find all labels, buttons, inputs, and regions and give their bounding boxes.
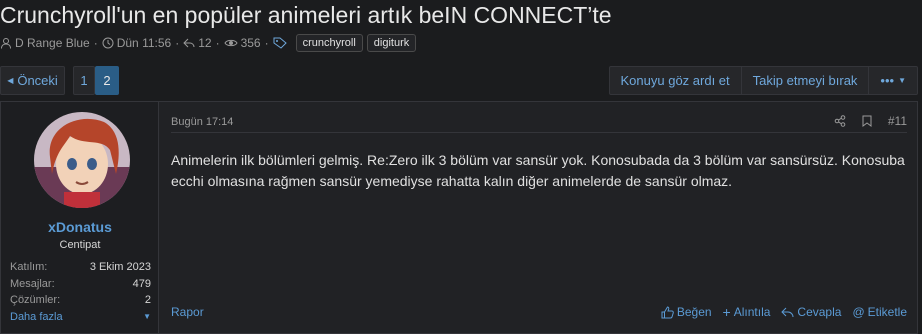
quote-button[interactable]: + Alıntıla bbox=[723, 305, 771, 319]
tag-crunchyroll[interactable]: crunchyroll bbox=[295, 34, 363, 52]
user-stats: Katılım: 3 Ekim 2023 Mesajlar: 479 Çözüm… bbox=[10, 259, 151, 325]
stat-label: Çözümler: bbox=[10, 294, 61, 307]
chevron-left-icon: ◀ bbox=[7, 76, 14, 85]
thread-author[interactable]: D Range Blue bbox=[15, 36, 90, 50]
page-1-button[interactable]: 1 bbox=[73, 66, 95, 95]
share-icon[interactable] bbox=[834, 115, 846, 127]
separator: · bbox=[264, 36, 269, 50]
more-label: ••• bbox=[880, 73, 895, 88]
page-2-button[interactable]: 2 bbox=[95, 66, 119, 95]
at-icon: @ bbox=[852, 305, 865, 319]
stat-label: Mesajlar: bbox=[10, 277, 55, 290]
clock-icon bbox=[102, 37, 114, 49]
unfollow-button[interactable]: Takip etmeyi bırak bbox=[742, 67, 870, 94]
more-info-toggle[interactable]: Daha fazla ▼ bbox=[10, 309, 151, 326]
post-date[interactable]: Bugün 17:14 bbox=[171, 116, 233, 128]
stat-value: 3 Ekim 2023 bbox=[89, 261, 151, 274]
post-number[interactable]: #11 bbox=[888, 114, 907, 128]
reply-label: Cevapla bbox=[797, 305, 842, 319]
caret-down-icon: ▼ bbox=[143, 312, 151, 322]
tag-digiturk[interactable]: digiturk bbox=[366, 34, 417, 52]
post: xDonatus Centipat Katılım: 3 Ekim 2023 M… bbox=[0, 101, 918, 334]
pagination: ◀ Önceki 1 2 bbox=[0, 66, 119, 95]
avatar-image bbox=[34, 112, 130, 208]
reply-icon bbox=[183, 38, 195, 48]
bookmark-icon[interactable] bbox=[862, 115, 872, 127]
eye-icon bbox=[224, 39, 238, 47]
post-content: Bugün 17:14 #11 Animelerin ilk bölümleri… bbox=[159, 102, 917, 333]
separator: · bbox=[215, 36, 220, 50]
post-tools: #11 bbox=[834, 114, 907, 128]
report-link[interactable]: Rapor bbox=[171, 305, 204, 319]
user-icon bbox=[1, 38, 11, 49]
reply-button[interactable]: Cevapla bbox=[781, 305, 841, 319]
thread-time[interactable]: Dün 11:56 bbox=[117, 36, 172, 50]
divider bbox=[171, 132, 907, 133]
avatar[interactable] bbox=[34, 112, 130, 208]
user-panel: xDonatus Centipat Katılım: 3 Ekim 2023 M… bbox=[1, 102, 159, 333]
ignore-thread-button[interactable]: Konuyu göz ardı et bbox=[610, 67, 742, 94]
like-button[interactable]: Beğen bbox=[661, 305, 712, 319]
stat-value: 2 bbox=[144, 294, 151, 307]
reply-arrow-icon bbox=[781, 307, 794, 318]
view-count: 356 bbox=[240, 36, 261, 50]
stat-row-solutions: Çözümler: 2 bbox=[10, 292, 151, 309]
chevron-down-icon: ▼ bbox=[898, 76, 906, 85]
plus-icon: + bbox=[722, 304, 731, 320]
more-options-button[interactable]: ••• ▼ bbox=[869, 67, 917, 94]
stat-label: Katılım: bbox=[10, 261, 48, 274]
more-info-label: Daha fazla bbox=[10, 310, 63, 323]
post-body: Animelerin ilk bölümleri gelmiş. Re:Zero… bbox=[171, 152, 905, 189]
prev-page-label: Önceki bbox=[17, 73, 58, 88]
stat-row-joined: Katılım: 3 Ekim 2023 bbox=[10, 259, 151, 276]
tag-users-button[interactable]: @ Etiketle bbox=[852, 305, 907, 319]
tag-users-label: Etiketle bbox=[867, 305, 907, 319]
quote-label: Alıntıla bbox=[733, 305, 771, 319]
tags-icon bbox=[273, 37, 287, 49]
post-footer: Rapor Beğen + Alıntıla Cevapla @ Etiketl… bbox=[171, 305, 907, 319]
thread-title: Crunchyroll'un en popüler animeleri artı… bbox=[0, 2, 612, 28]
separator: · bbox=[175, 36, 180, 50]
stat-value: 479 bbox=[132, 277, 151, 290]
prev-page-button[interactable]: ◀ Önceki bbox=[0, 66, 65, 95]
thumbs-up-icon bbox=[661, 305, 674, 318]
like-label: Beğen bbox=[676, 305, 712, 319]
reply-count: 12 bbox=[198, 36, 212, 50]
thread-actions: Konuyu göz ardı et Takip etmeyi bırak ••… bbox=[608, 66, 918, 95]
separator: · bbox=[93, 36, 98, 50]
post-actions: Beğen + Alıntıla Cevapla @ Etiketle bbox=[661, 305, 907, 319]
stat-row-messages: Mesajlar: 479 bbox=[10, 276, 151, 293]
user-title: Centipat bbox=[59, 239, 101, 251]
username[interactable]: xDonatus bbox=[1, 219, 159, 235]
thread-meta: D Range Blue · Dün 11:56 · 12 · 356 · cr… bbox=[0, 34, 417, 52]
